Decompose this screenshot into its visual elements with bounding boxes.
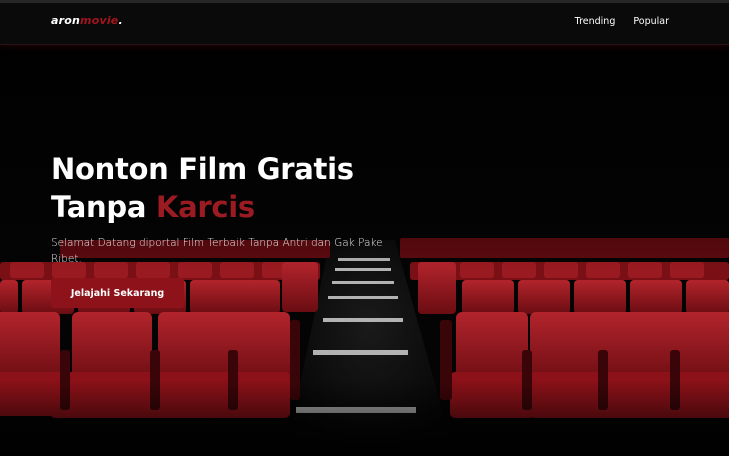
hero-subtitle: Selamat Datang diportal Film Terbaik Tan… [51, 237, 383, 265]
nav-link-trending[interactable]: Trending [575, 16, 616, 27]
nav-links: Trending Popular [575, 16, 669, 27]
hero-title: Nonton Film Gratis Tanpa Karcis [51, 150, 354, 226]
nav-link-popular[interactable]: Popular [633, 16, 669, 27]
cinema-background-image [0, 0, 729, 456]
brand-name: aron [51, 14, 81, 27]
hero-title-line2-plain: Tanpa [51, 190, 156, 224]
brand-dot: . [118, 14, 123, 27]
hero-section [0, 0, 729, 456]
brand-logo[interactable]: aronmovie. [51, 14, 123, 27]
explore-now-button[interactable]: Jelajahi Sekarang [51, 278, 184, 308]
brand-accent: movie [80, 14, 119, 27]
navbar: aronmovie. Trending Popular [0, 0, 729, 45]
hero-title-line1: Nonton Film Gratis [51, 152, 354, 186]
hero-title-accent: Karcis [155, 190, 255, 224]
